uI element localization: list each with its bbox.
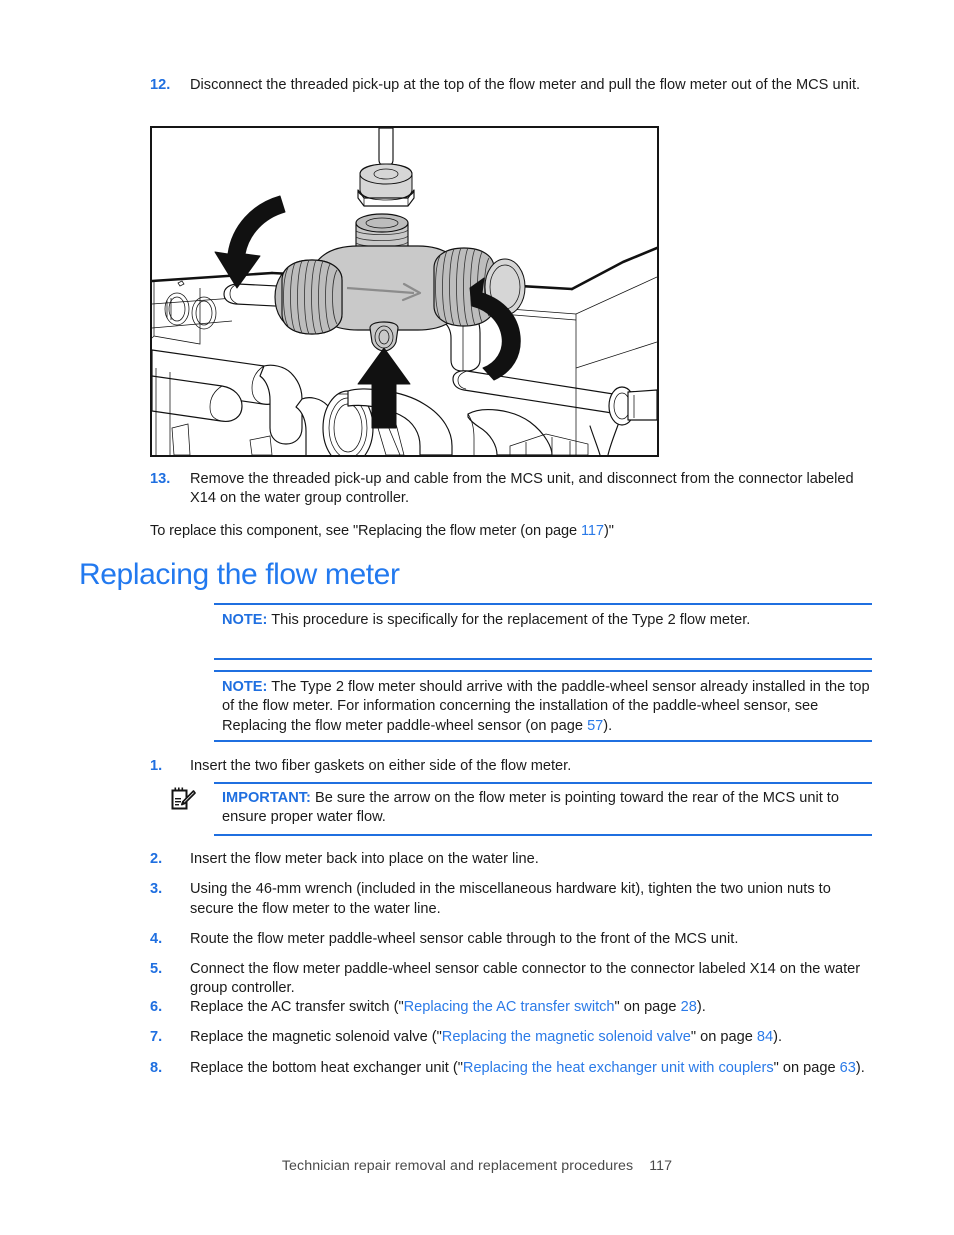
step-text: Remove the threaded pick-up and cable fr… [190,471,854,507]
step-suffix: ). [855,1059,865,1076]
footer-page-number: 117 [649,1158,673,1174]
list-item: 8. Replace the bottom heat exchanger uni… [150,1059,872,1078]
note-1: NOTE: This procedure is specifically for… [222,611,870,630]
page-footer: Technician repair removal and replacemen… [0,1158,954,1174]
note-2: NOTE: The Type 2 flow meter should arriv… [222,678,870,736]
page-title: Replacing the flow meter [79,558,400,591]
note-label: NOTE: [222,679,268,695]
step-number: 7. [150,1029,163,1046]
step-text: Insert the flow meter back into place on… [190,851,539,867]
list-item: 4. Route the flow meter paddle-wheel sen… [150,930,872,949]
step-text: Route the flow meter paddle-wheel sensor… [190,930,739,947]
note-text-after: ). [603,717,613,734]
step-page-link[interactable]: 28 [681,999,697,1015]
step-middle: " on page [690,1029,757,1046]
step-number: 6. [150,999,163,1015]
step-number: 8. [150,1059,163,1076]
list-item: 1. Insert the two fiber gaskets on eithe… [150,757,872,776]
step-link[interactable]: Replacing the magnetic solenoid valve [442,1029,691,1045]
step-number: 13. [150,471,171,487]
steps-6-to-8: 6. Replace the AC transfer switch ("Repl… [150,998,872,1089]
step-12: 12. Disconnect the threaded pick-up at t… [150,76,872,106]
step-number: 2. [150,851,163,867]
step-middle: " on page [614,999,681,1015]
step-link[interactable]: Replacing the AC transfer switch [404,999,615,1015]
note-1-bottom-rule [214,658,872,660]
step-text: Replace the bottom heat exchanger unit (… [190,1059,872,1078]
step-text: Connect the flow meter paddle-wheel sens… [190,961,861,997]
step-number: 1. [150,758,163,774]
list-item: 5. Connect the flow meter paddle-wheel s… [150,960,872,999]
step-prefix: Replace the AC transfer switch (" [190,999,404,1015]
list-item: 13. Remove the threaded pick-up and cabl… [150,470,872,509]
flow-meter-drawing: .ln { fill:none; stroke:#111; stroke-wid… [152,128,657,455]
step-link[interactable]: Replacing the heat exchanger unit with c… [463,1060,774,1076]
important-bottom-rule [214,834,872,836]
step-number: 4. [150,930,163,947]
step-suffix: ). [696,999,706,1015]
cross-reference-page-link[interactable]: 117 [581,523,604,539]
important-callout: IMPORTANT: Be sure the arrow on the flow… [222,789,870,828]
step-page-link[interactable]: 63 [840,1060,856,1076]
step-number: 3. [150,881,163,898]
list-item: 12. Disconnect the threaded pick-up at t… [150,76,872,95]
step-middle: " on page [773,1059,840,1076]
important-top-rule [214,782,872,784]
list-item: 3. Using the 46-mm wrench (included in t… [150,880,872,919]
step-number: 12. [150,77,171,93]
step-13: 13. Remove the threaded pick-up and cabl… [150,470,872,520]
step-text: Replace the AC transfer switch ("Replaci… [190,998,872,1017]
step-prefix: Replace the bottom heat exchanger unit (… [190,1059,463,1076]
cross-reference-prefix: To replace this component, see "Replacin… [150,523,581,539]
document-page: 12. Disconnect the threaded pick-up at t… [0,0,954,1235]
cross-reference-paragraph: To replace this component, see "Replacin… [150,522,872,541]
note-text: This procedure is specifically for the r… [271,612,751,628]
step-prefix: Replace the magnetic solenoid valve (" [190,1029,442,1046]
note-1-top-rule [214,603,872,605]
list-item: 2. Insert the flow meter back into place… [150,850,872,869]
note-2-bottom-rule [214,740,872,742]
steps-2-to-5: 2. Insert the flow meter back into place… [150,850,872,1010]
step-text: Replace the magnetic solenoid valve ("Re… [190,1028,872,1047]
step-number: 5. [150,961,163,977]
note-2-top-rule [214,670,872,672]
note-pencil-icon [171,787,196,810]
footer-title: Technician repair removal and replacemen… [281,1158,634,1174]
step-text: Disconnect the threaded pick-up at the t… [190,77,861,93]
step-text: Using the 46-mm wrench (included in the … [190,881,831,917]
cross-reference-suffix: )" [603,523,614,539]
note-text-before: The Type 2 flow meter should arrive with… [222,679,870,734]
important-text: Be sure the arrow on the flow meter is p… [222,790,839,826]
important-label: IMPORTANT: [222,790,311,806]
list-item: 6. Replace the AC transfer switch ("Repl… [150,998,872,1017]
step-page-link[interactable]: 84 [757,1029,773,1045]
flow-meter-illustration: .ln { fill:none; stroke:#111; stroke-wid… [150,126,659,457]
step-text: Insert the two fiber gaskets on either s… [190,758,572,774]
step-suffix: ). [773,1029,783,1046]
note-label: NOTE: [222,612,268,628]
list-item: 7. Replace the magnetic solenoid valve (… [150,1028,872,1047]
note-page-link[interactable]: 57 [587,718,603,734]
